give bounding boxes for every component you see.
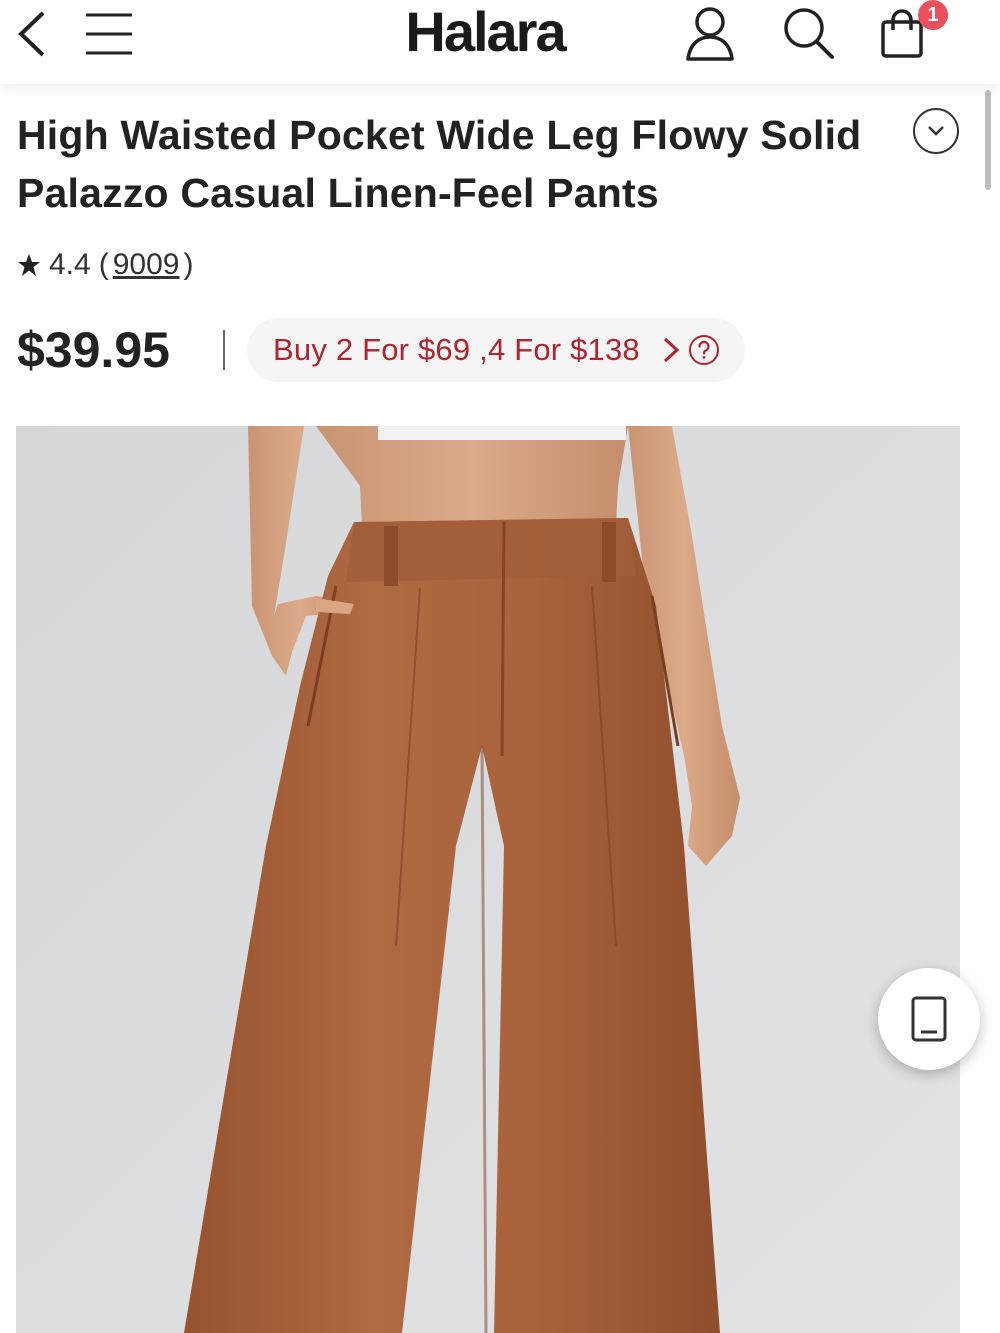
rating-open-paren: ( bbox=[98, 248, 109, 281]
product-price: $39.95 bbox=[17, 322, 170, 378]
search-icon bbox=[784, 8, 834, 59]
brand-logo[interactable]: Halara bbox=[0, 0, 1000, 64]
price-divider bbox=[223, 330, 225, 370]
back-button[interactable] bbox=[10, 8, 54, 60]
expand-title-button[interactable] bbox=[913, 108, 959, 154]
review-count-link[interactable]: 9009 bbox=[113, 248, 180, 282]
document-icon bbox=[911, 996, 947, 1042]
chevron-left-icon bbox=[18, 11, 45, 57]
floating-action-button[interactable] bbox=[878, 968, 980, 1070]
page-scrollbar[interactable] bbox=[985, 90, 991, 190]
hamburger-menu-icon bbox=[86, 13, 132, 55]
product-photo-illustration bbox=[16, 426, 960, 1333]
help-question-icon[interactable] bbox=[688, 334, 720, 366]
product-image[interactable] bbox=[16, 426, 960, 1333]
product-title: High Waisted Pocket Wide Leg Flowy Solid… bbox=[17, 112, 862, 216]
star-icon bbox=[17, 253, 41, 277]
menu-button[interactable] bbox=[82, 8, 136, 60]
rating-close-paren: ) bbox=[183, 248, 194, 281]
cart-count-badge: 1 bbox=[918, 0, 948, 30]
chevron-down-icon bbox=[928, 126, 944, 136]
search-button[interactable] bbox=[780, 4, 836, 62]
bundle-promo-pill[interactable]: Buy 2 For $69 ,4 For $138 bbox=[247, 318, 745, 382]
account-button[interactable] bbox=[682, 4, 738, 62]
product-rating: 4.4 ( 9009 ) bbox=[17, 246, 193, 284]
chevron-right-icon bbox=[662, 336, 680, 364]
user-icon bbox=[686, 7, 734, 61]
bundle-promo-text: Buy 2 For $69 ,4 For $138 bbox=[273, 332, 640, 367]
rating-score: 4.4 bbox=[49, 248, 91, 281]
top-nav-bar: Halara 1 bbox=[0, 0, 1000, 84]
